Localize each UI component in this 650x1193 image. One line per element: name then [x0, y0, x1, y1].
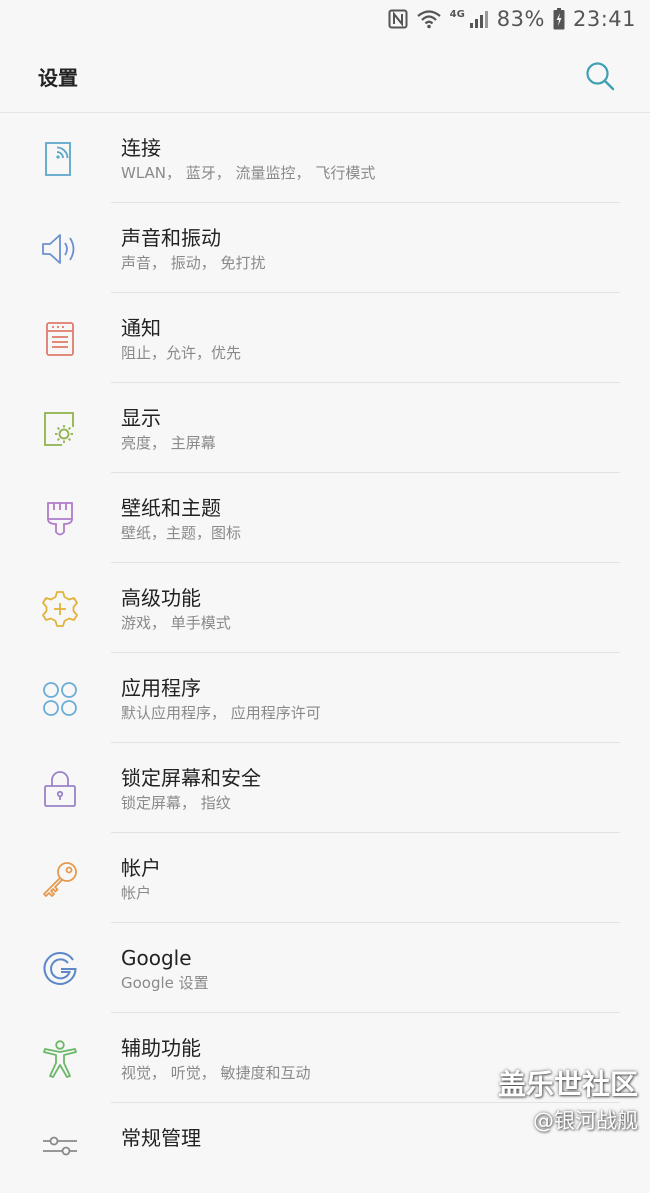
google-icon — [43, 951, 77, 985]
settings-item-notifications[interactable]: 通知 阻止，允许，优先 — [0, 293, 650, 383]
nfc-icon — [388, 9, 408, 29]
connection-icon — [45, 142, 71, 176]
item-summary: 亮度， 主屏幕 — [121, 434, 216, 452]
lock-icon — [44, 771, 76, 807]
item-label: Google — [121, 946, 192, 970]
page-title: 设置 — [38, 66, 78, 90]
accessibility-icon — [43, 1040, 77, 1078]
item-summary: 默认应用程序， 应用程序许可 — [121, 704, 321, 722]
sliders-icon — [43, 1136, 77, 1156]
item-label: 锁定屏幕和安全 — [121, 766, 261, 790]
notification-icon — [46, 322, 74, 356]
status-bar: 4G 83% 23:41 — [0, 0, 650, 38]
wifi-icon — [416, 9, 442, 29]
settings-list: 连接 WLAN， 蓝牙， 流量监控， 飞行模式 声音和振动 声音， 振动， 免打… — [0, 113, 650, 1193]
item-label: 声音和振动 — [121, 226, 221, 250]
settings-item-advanced-features[interactable]: 高级功能 游戏， 单手模式 — [0, 563, 650, 653]
item-label: 常规管理 — [121, 1126, 201, 1150]
item-label: 帐户 — [121, 856, 161, 880]
app-bar: 设置 — [0, 38, 650, 113]
advanced-gear-icon — [42, 591, 78, 627]
settings-item-sound[interactable]: 声音和振动 声音， 振动， 免打扰 — [0, 203, 650, 293]
settings-item-google[interactable]: Google Google 设置 — [0, 923, 650, 1013]
item-label: 应用程序 — [121, 676, 201, 700]
search-icon — [586, 62, 615, 91]
search-button[interactable] — [584, 60, 616, 92]
settings-item-wallpapers-themes[interactable]: 壁纸和主题 壁纸，主题，图标 — [0, 473, 650, 563]
battery-charging-icon — [553, 8, 565, 30]
settings-item-accounts[interactable]: 帐户 帐户 — [0, 833, 650, 923]
settings-item-apps[interactable]: 应用程序 默认应用程序， 应用程序许可 — [0, 653, 650, 743]
item-label: 显示 — [121, 406, 161, 430]
item-summary: 声音， 振动， 免打扰 — [121, 254, 266, 272]
watermark-title: 盖乐世社区 — [497, 1068, 638, 1101]
watermark-author: @银河战舰 — [533, 1109, 638, 1133]
item-summary: 壁纸，主题，图标 — [121, 524, 242, 542]
brush-icon — [47, 502, 73, 536]
item-summary: Google 设置 — [121, 974, 209, 992]
item-label: 通知 — [121, 316, 161, 340]
item-summary: 阻止，允许，优先 — [121, 344, 242, 362]
item-label: 壁纸和主题 — [121, 496, 221, 520]
item-label: 辅助功能 — [121, 1036, 201, 1060]
item-summary: 视觉， 听觉， 敏捷度和互动 — [121, 1064, 311, 1082]
settings-item-display[interactable]: 显示 亮度， 主屏幕 — [0, 383, 650, 473]
network-type-label: 4G — [449, 8, 465, 20]
item-summary: WLAN， 蓝牙， 流量监控， 飞行模式 — [121, 164, 376, 182]
display-icon — [44, 412, 74, 446]
settings-item-lock-screen-security[interactable]: 锁定屏幕和安全 锁定屏幕， 指纹 — [0, 743, 650, 833]
item-summary: 锁定屏幕， 指纹 — [121, 794, 231, 812]
battery-percent: 83% — [496, 7, 545, 31]
item-summary: 游戏， 单手模式 — [121, 614, 231, 632]
item-label: 高级功能 — [121, 586, 201, 610]
watermark: 盖乐世社区 @银河战舰 — [498, 1068, 638, 1136]
key-icon — [43, 862, 77, 897]
settings-item-connections[interactable]: 连接 WLAN， 蓝牙， 流量监控， 飞行模式 — [0, 113, 650, 203]
sound-icon — [42, 234, 75, 264]
signal-icon — [469, 9, 489, 29]
item-label: 连接 — [121, 136, 161, 160]
clock: 23:41 — [572, 7, 636, 31]
item-summary: 帐户 — [121, 884, 152, 902]
apps-icon — [43, 682, 77, 716]
